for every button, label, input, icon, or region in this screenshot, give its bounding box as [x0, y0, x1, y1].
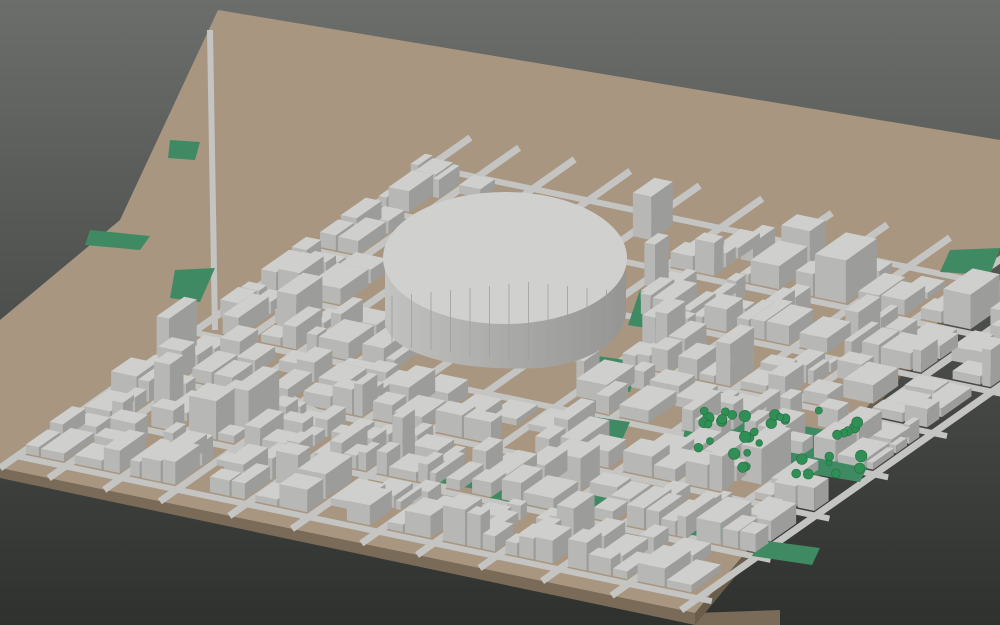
building-face	[433, 178, 439, 199]
tree	[706, 437, 714, 445]
tree	[728, 447, 741, 460]
building-face	[626, 504, 645, 529]
building-face	[443, 505, 466, 546]
building-face	[395, 500, 401, 510]
building-face	[130, 460, 140, 478]
tree	[791, 468, 802, 479]
tree	[776, 413, 785, 421]
tree	[831, 468, 841, 479]
tree	[814, 406, 823, 415]
building-face	[519, 535, 534, 560]
tree	[717, 414, 728, 425]
building-face	[709, 453, 723, 492]
building-face	[808, 369, 814, 385]
arena-roof	[383, 192, 627, 324]
building-face	[568, 539, 587, 571]
tree	[739, 430, 751, 443]
park	[168, 140, 200, 160]
building-face	[358, 451, 367, 471]
building-face	[866, 461, 874, 470]
tree	[854, 462, 866, 474]
tree	[824, 451, 834, 462]
building-face	[704, 304, 727, 332]
building-face	[467, 512, 481, 549]
tree	[802, 468, 814, 480]
building-face	[797, 484, 815, 511]
tree	[796, 453, 808, 465]
tree	[755, 439, 763, 447]
building-face	[632, 192, 652, 241]
tree	[832, 429, 843, 440]
building-face	[714, 236, 724, 276]
building-face	[740, 530, 756, 553]
building-face	[535, 537, 553, 564]
city-model-canvas	[0, 0, 1000, 625]
building-face	[376, 450, 387, 476]
building-face	[482, 533, 496, 552]
building-face	[815, 254, 846, 304]
building-face	[354, 383, 363, 417]
building-face	[682, 408, 693, 432]
tree	[855, 449, 868, 463]
tree	[704, 420, 713, 429]
building-face	[982, 348, 991, 387]
building-face	[282, 324, 297, 350]
building-face	[141, 457, 161, 482]
building-face	[162, 459, 176, 485]
building-face	[722, 528, 738, 549]
building-face	[103, 447, 120, 474]
tree	[851, 416, 864, 429]
building-face	[644, 242, 655, 288]
tree	[737, 461, 749, 473]
building-face	[912, 349, 922, 373]
building-face	[677, 515, 686, 538]
tree	[699, 406, 709, 416]
building-face	[943, 288, 971, 330]
building-face	[231, 480, 245, 500]
arena-dome	[383, 192, 627, 369]
building-face	[596, 394, 609, 415]
building-face	[716, 341, 731, 387]
tree	[743, 448, 752, 457]
tree	[693, 443, 704, 453]
tree	[738, 409, 751, 422]
tree	[750, 427, 759, 437]
city-model-viewport	[0, 0, 1000, 625]
tree	[727, 410, 738, 420]
building-face	[695, 238, 715, 276]
building-face	[505, 540, 518, 556]
